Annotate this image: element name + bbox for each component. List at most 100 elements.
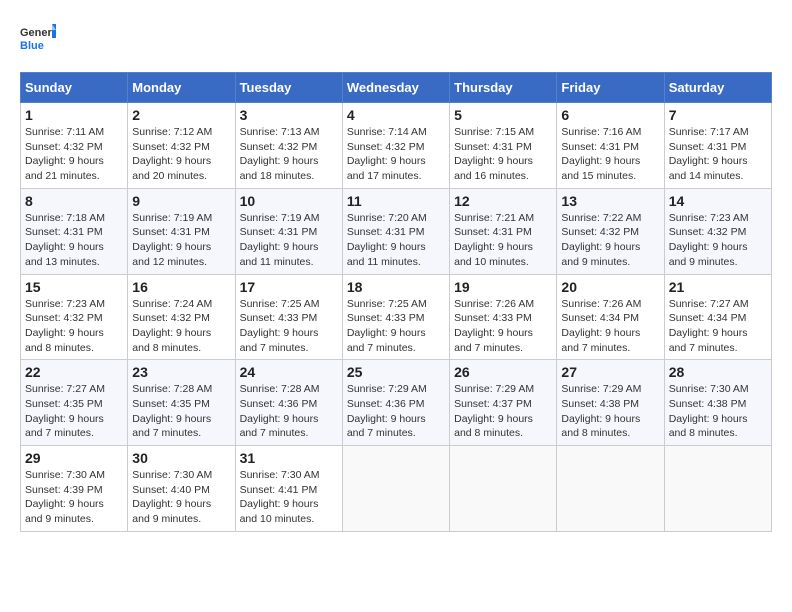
calendar-day-cell: 22 Sunrise: 7:27 AMSunset: 4:35 PMDayligh… [21,360,128,446]
day-info: Sunrise: 7:13 AMSunset: 4:32 PMDaylight:… [240,125,338,184]
day-info: Sunrise: 7:17 AMSunset: 4:31 PMDaylight:… [669,125,767,184]
calendar-day-cell: 31 Sunrise: 7:30 AMSunset: 4:41 PMDayligh… [235,446,342,532]
calendar-day-cell: 8 Sunrise: 7:18 AMSunset: 4:31 PMDaylight… [21,188,128,274]
calendar-day-cell: 4 Sunrise: 7:14 AMSunset: 4:32 PMDaylight… [342,103,449,189]
day-of-week-header: Sunday [21,73,128,103]
calendar-day-cell: 2 Sunrise: 7:12 AMSunset: 4:32 PMDaylight… [128,103,235,189]
day-number: 31 [240,450,338,466]
day-info: Sunrise: 7:27 AMSunset: 4:34 PMDaylight:… [669,297,767,356]
calendar-week-row: 15 Sunrise: 7:23 AMSunset: 4:32 PMDayligh… [21,274,772,360]
calendar-day-cell: 30 Sunrise: 7:30 AMSunset: 4:40 PMDayligh… [128,446,235,532]
day-number: 3 [240,107,338,123]
day-info: Sunrise: 7:21 AMSunset: 4:31 PMDaylight:… [454,211,552,270]
day-number: 12 [454,193,552,209]
day-info: Sunrise: 7:29 AMSunset: 4:36 PMDaylight:… [347,382,445,441]
day-number: 6 [561,107,659,123]
calendar-day-cell: 7 Sunrise: 7:17 AMSunset: 4:31 PMDaylight… [664,103,771,189]
day-info: Sunrise: 7:23 AMSunset: 4:32 PMDaylight:… [25,297,123,356]
calendar-table: SundayMondayTuesdayWednesdayThursdayFrid… [20,72,772,532]
calendar-week-row: 8 Sunrise: 7:18 AMSunset: 4:31 PMDaylight… [21,188,772,274]
day-info: Sunrise: 7:25 AMSunset: 4:33 PMDaylight:… [240,297,338,356]
calendar-day-cell: 16Sunrise: 7:24 AMSunset: 4:32 PMDayligh… [128,274,235,360]
day-number: 26 [454,364,552,380]
calendar-header-row: SundayMondayTuesdayWednesdayThursdayFrid… [21,73,772,103]
day-number: 8 [25,193,123,209]
day-number: 2 [132,107,230,123]
day-info: Sunrise: 7:26 AMSunset: 4:33 PMDaylight:… [454,297,552,356]
calendar-day-cell: 28 Sunrise: 7:30 AMSunset: 4:38 PMDayligh… [664,360,771,446]
day-number: 27 [561,364,659,380]
day-info: Sunrise: 7:23 AMSunset: 4:32 PMDaylight:… [669,211,767,270]
day-number: 19 [454,279,552,295]
day-of-week-header: Tuesday [235,73,342,103]
day-number: 18 [347,279,445,295]
calendar-week-row: 29 Sunrise: 7:30 AMSunset: 4:39 PMDayligh… [21,446,772,532]
day-info: Sunrise: 7:12 AMSunset: 4:32 PMDaylight:… [132,125,230,184]
logo-icon: General Blue [20,20,56,56]
day-number: 9 [132,193,230,209]
day-info: Sunrise: 7:28 AMSunset: 4:36 PMDaylight:… [240,382,338,441]
page-header: General Blue [20,20,772,56]
day-number: 23 [132,364,230,380]
calendar-day-cell: 24Sunrise: 7:28 AMSunset: 4:36 PMDayligh… [235,360,342,446]
logo: General Blue [20,20,56,56]
day-of-week-header: Thursday [450,73,557,103]
day-info: Sunrise: 7:19 AMSunset: 4:31 PMDaylight:… [240,211,338,270]
day-number: 17 [240,279,338,295]
day-number: 22 [25,364,123,380]
calendar-day-cell: 17 Sunrise: 7:25 AMSunset: 4:33 PMDayligh… [235,274,342,360]
calendar-day-cell: 3 Sunrise: 7:13 AMSunset: 4:32 PMDaylight… [235,103,342,189]
day-info: Sunrise: 7:30 AMSunset: 4:40 PMDaylight:… [132,468,230,527]
day-number: 30 [132,450,230,466]
day-info: Sunrise: 7:20 AMSunset: 4:31 PMDaylight:… [347,211,445,270]
calendar-week-row: 1 Sunrise: 7:11 AMSunset: 4:32 PMDaylight… [21,103,772,189]
day-number: 1 [25,107,123,123]
day-info: Sunrise: 7:30 AMSunset: 4:39 PMDaylight:… [25,468,123,527]
day-info: Sunrise: 7:19 AMSunset: 4:31 PMDaylight:… [132,211,230,270]
day-info: Sunrise: 7:11 AMSunset: 4:32 PMDaylight:… [25,125,123,184]
day-number: 29 [25,450,123,466]
calendar-day-cell: 20 Sunrise: 7:26 AMSunset: 4:34 PMDayligh… [557,274,664,360]
calendar-day-cell: 9 Sunrise: 7:19 AMSunset: 4:31 PMDaylight… [128,188,235,274]
day-info: Sunrise: 7:25 AMSunset: 4:33 PMDaylight:… [347,297,445,356]
calendar-day-cell: 15 Sunrise: 7:23 AMSunset: 4:32 PMDayligh… [21,274,128,360]
day-info: Sunrise: 7:15 AMSunset: 4:31 PMDaylight:… [454,125,552,184]
day-of-week-header: Saturday [664,73,771,103]
logo-container: General Blue [20,20,56,56]
calendar-day-cell: 19 Sunrise: 7:26 AMSunset: 4:33 PMDayligh… [450,274,557,360]
calendar-day-cell: 23 Sunrise: 7:28 AMSunset: 4:35 PMDayligh… [128,360,235,446]
day-number: 15 [25,279,123,295]
calendar-day-cell: 18 Sunrise: 7:25 AMSunset: 4:33 PMDayligh… [342,274,449,360]
calendar-day-cell: 27 Sunrise: 7:29 AMSunset: 4:38 PMDayligh… [557,360,664,446]
day-info: Sunrise: 7:26 AMSunset: 4:34 PMDaylight:… [561,297,659,356]
day-info: Sunrise: 7:29 AMSunset: 4:38 PMDaylight:… [561,382,659,441]
day-number: 28 [669,364,767,380]
day-info: Sunrise: 7:30 AMSunset: 4:41 PMDaylight:… [240,468,338,527]
day-info: Sunrise: 7:18 AMSunset: 4:31 PMDaylight:… [25,211,123,270]
day-number: 4 [347,107,445,123]
calendar-day-cell: 25Sunrise: 7:29 AMSunset: 4:36 PMDayligh… [342,360,449,446]
calendar-day-cell: 21 Sunrise: 7:27 AMSunset: 4:34 PMDayligh… [664,274,771,360]
svg-text:Blue: Blue [20,40,44,52]
calendar-day-cell: 11Sunrise: 7:20 AMSunset: 4:31 PMDayligh… [342,188,449,274]
day-number: 21 [669,279,767,295]
calendar-day-cell [450,446,557,532]
calendar-day-cell: 5 Sunrise: 7:15 AMSunset: 4:31 PMDaylight… [450,103,557,189]
calendar-day-cell: 12 Sunrise: 7:21 AMSunset: 4:31 PMDayligh… [450,188,557,274]
calendar-day-cell: 13Sunrise: 7:22 AMSunset: 4:32 PMDayligh… [557,188,664,274]
day-number: 16 [132,279,230,295]
day-number: 5 [454,107,552,123]
day-info: Sunrise: 7:30 AMSunset: 4:38 PMDaylight:… [669,382,767,441]
calendar-day-cell [664,446,771,532]
day-info: Sunrise: 7:29 AMSunset: 4:37 PMDaylight:… [454,382,552,441]
calendar-day-cell: 29 Sunrise: 7:30 AMSunset: 4:39 PMDayligh… [21,446,128,532]
calendar-day-cell: 1 Sunrise: 7:11 AMSunset: 4:32 PMDaylight… [21,103,128,189]
day-info: Sunrise: 7:27 AMSunset: 4:35 PMDaylight:… [25,382,123,441]
day-number: 13 [561,193,659,209]
day-info: Sunrise: 7:14 AMSunset: 4:32 PMDaylight:… [347,125,445,184]
calendar-day-cell [342,446,449,532]
day-number: 20 [561,279,659,295]
day-info: Sunrise: 7:28 AMSunset: 4:35 PMDaylight:… [132,382,230,441]
day-number: 7 [669,107,767,123]
day-info: Sunrise: 7:16 AMSunset: 4:31 PMDaylight:… [561,125,659,184]
